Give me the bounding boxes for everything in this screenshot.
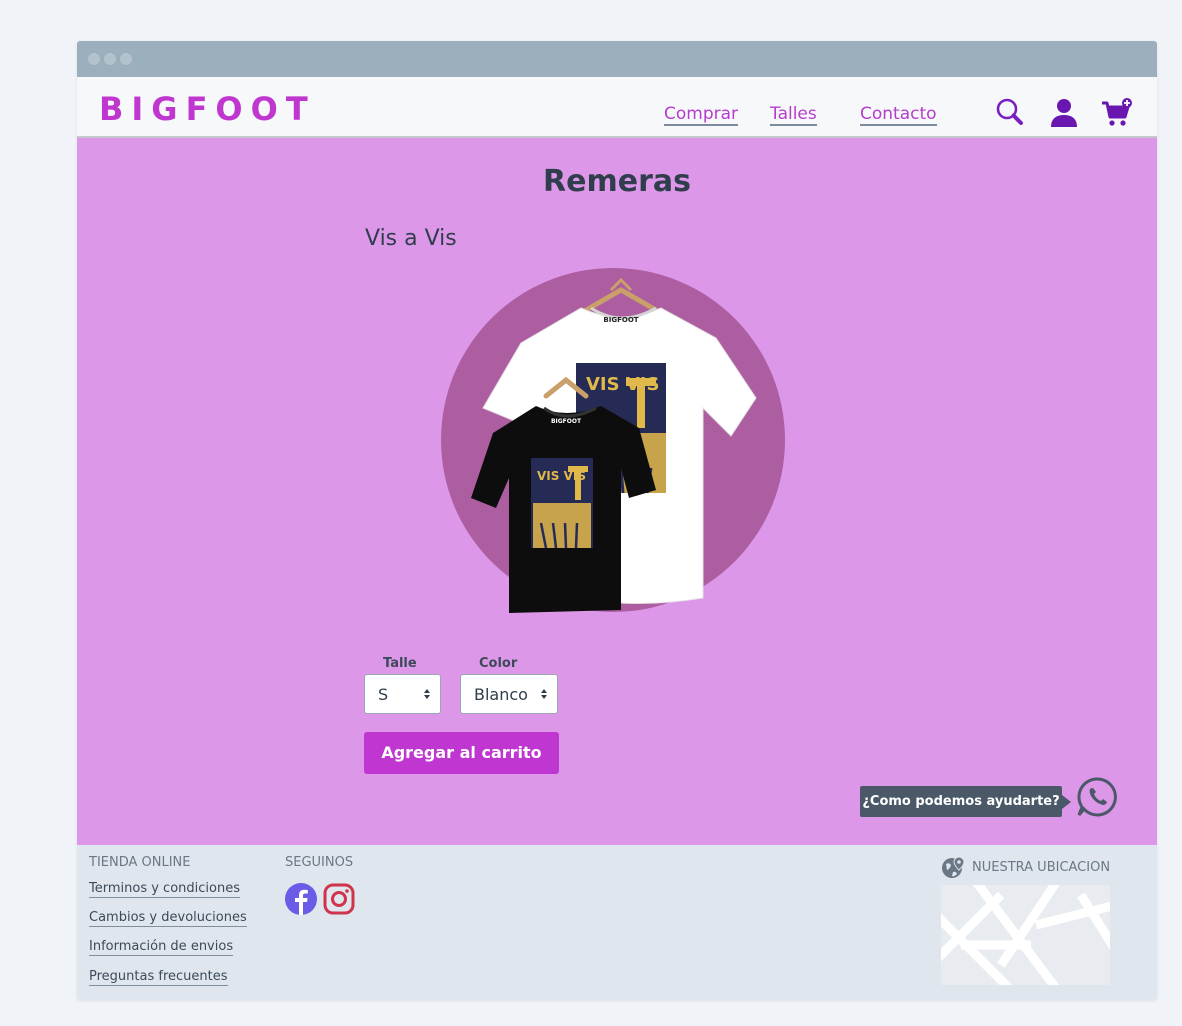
product-image: BIGFOOT VIS VIS BIGFOOT VIS VIS — [441, 268, 785, 613]
footer-link-cambios[interactable]: Cambios y devoluciones — [89, 909, 247, 927]
color-select-value: Blanco — [474, 685, 528, 704]
footer-heading-tienda: TIENDA ONLINE — [89, 855, 191, 870]
window-dot — [104, 53, 116, 65]
product-name: Vis a Vis — [365, 226, 457, 251]
footer-link-preguntas[interactable]: Preguntas frecuentes — [89, 968, 228, 986]
nav-talles[interactable]: Talles — [770, 104, 817, 126]
site-header: BIGFOOT Comprar Talles Contacto — [77, 77, 1157, 138]
browser-window: BIGFOOT Comprar Talles Contacto Remeras … — [77, 41, 1157, 1000]
cart-add-icon[interactable] — [1101, 97, 1133, 129]
footer-heading-seguinos: SEGUINOS — [285, 855, 354, 870]
window-dot — [120, 53, 132, 65]
color-select[interactable]: Blanco — [460, 674, 558, 714]
select-arrows-icon — [424, 689, 430, 699]
talle-select[interactable]: S — [364, 674, 441, 714]
add-to-cart-button[interactable]: Agregar al carrito — [364, 732, 559, 774]
main-content: Remeras Vis a Vis BIGFOOT VIS VIS BIGFOO… — [77, 138, 1157, 845]
brand-logo[interactable]: BIGFOOT — [99, 90, 316, 128]
select-arrows-icon — [541, 689, 547, 699]
facebook-icon[interactable] — [285, 883, 317, 915]
window-dot — [88, 53, 100, 65]
globe-location-icon — [942, 856, 965, 878]
location-map[interactable] — [941, 885, 1110, 985]
nav-contacto[interactable]: Contacto — [860, 104, 937, 126]
instagram-icon[interactable] — [323, 883, 355, 915]
user-icon[interactable] — [1048, 97, 1080, 129]
tshirt-brand-label: BIGFOOT — [603, 316, 638, 324]
whatsapp-icon[interactable] — [1076, 776, 1118, 818]
footer-link-envios[interactable]: Información de envios — [89, 938, 234, 956]
talle-select-value: S — [378, 685, 389, 704]
footer-heading-ubicacion: NUESTRA UBICACION — [972, 860, 1111, 875]
color-label: Color — [479, 656, 518, 671]
page-title: Remeras — [543, 164, 691, 199]
site-footer: TIENDA ONLINE Terminos y condiciones Cam… — [77, 845, 1157, 1000]
nav-comprar[interactable]: Comprar — [664, 104, 739, 126]
search-icon[interactable] — [994, 97, 1026, 129]
help-tooltip: ¿Como podemos ayudarte? — [860, 786, 1071, 817]
tshirt-brand-label-black: BIGFOOT — [551, 418, 582, 425]
browser-chrome-bar — [77, 41, 1157, 77]
footer-link-terminos[interactable]: Terminos y condiciones — [89, 880, 240, 898]
talle-label: Talle — [383, 656, 417, 671]
